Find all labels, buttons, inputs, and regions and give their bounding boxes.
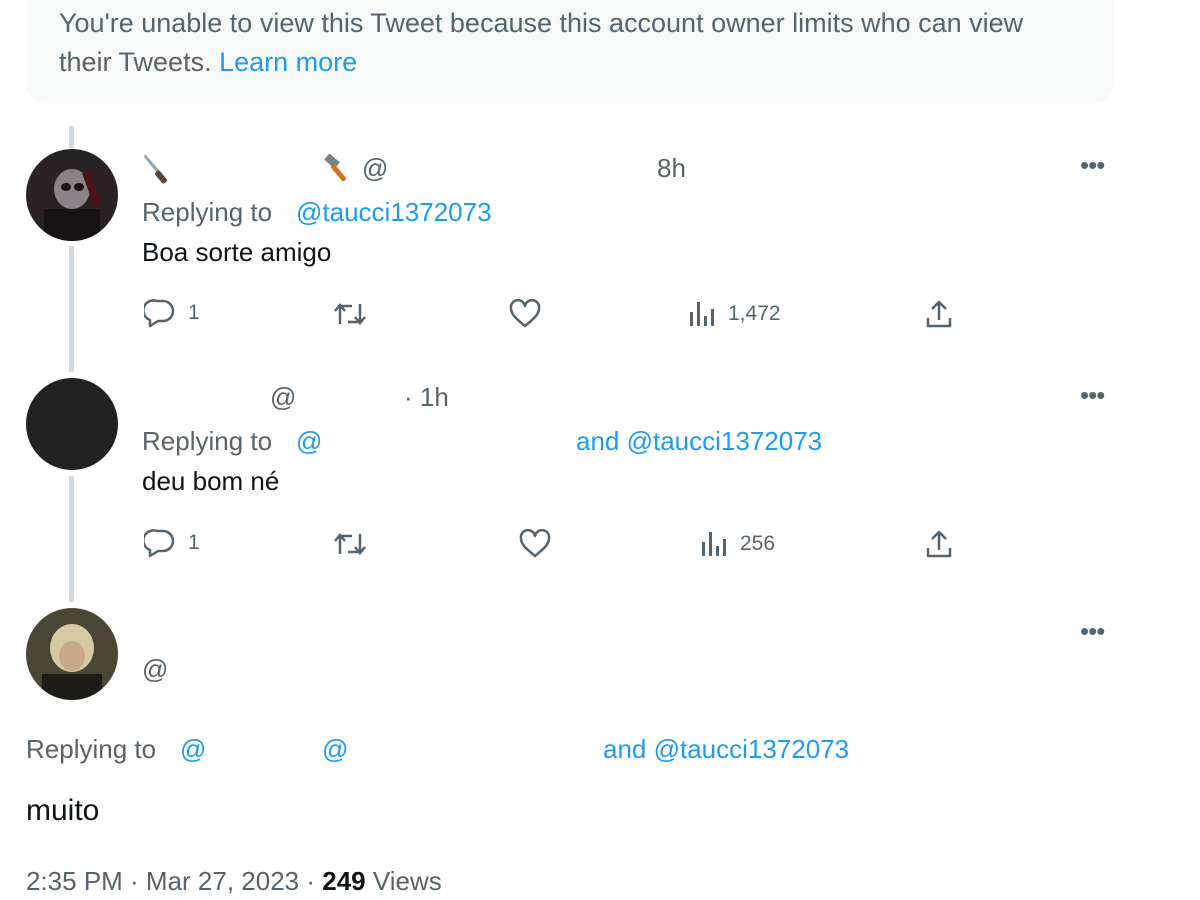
hammer-emoji-icon [324,154,346,182]
timestamp[interactable]: 8h [657,152,686,184]
thread-line [69,126,74,148]
like-icon [519,529,551,558]
handle-prefix[interactable]: @ [270,381,296,413]
replying-to-handle[interactable]: @ [180,733,206,765]
timestamp[interactable]: · 1h [404,381,449,413]
like-button[interactable] [508,299,542,329]
share-icon [926,300,952,328]
tweet-text: Boa sorte amigo [142,237,332,267]
retweet-icon [334,303,366,325]
views-count: 249 [322,866,366,896]
more-icon[interactable]: ••• [1080,150,1105,181]
tweet-meta: 2:35 PM · Mar 27, 2023 · 249 Views [26,865,442,897]
reply-count: 1 [188,301,200,324]
retweet-icon [334,533,366,555]
reply-icon [144,299,175,328]
retweet-button[interactable] [332,530,368,558]
handle-prefix[interactable]: @ [362,152,388,184]
reply-icon [144,529,175,558]
reply-button[interactable]: 1 [144,298,200,328]
replying-to-handle[interactable]: and @taucci1372073 [576,425,822,457]
tweet-text: deu bom né [142,466,280,496]
replying-to-label: Replying to [142,426,273,456]
thread-line [69,476,74,602]
learn-more-link[interactable]: Learn more [219,47,357,77]
like-button[interactable] [518,529,552,559]
replying-to-handle[interactable]: @ [296,425,322,457]
views-count: 256 [740,532,776,555]
views-icon [690,302,714,326]
share-button[interactable] [924,298,954,330]
replying-to-handle[interactable]: and @taucci1372073 [603,733,849,765]
reply-button[interactable]: 1 [144,528,200,558]
views-label: Views [372,866,442,896]
knife-emoji-icon [144,154,167,184]
views-button[interactable]: 1,472 [688,300,781,328]
views-icon [702,532,726,556]
replying-to-label: Replying to [142,197,273,227]
restricted-tweet-notice: You're unable to view this Tweet because… [26,0,1113,104]
avatar[interactable] [26,378,118,470]
handle-prefix[interactable]: @ [142,653,168,685]
more-icon[interactable]: ••• [1080,380,1105,411]
avatar[interactable] [26,608,118,700]
replying-to-handle[interactable]: @taucci1372073 [296,196,492,228]
views-button[interactable]: 256 [700,530,775,558]
share-button[interactable] [924,528,954,560]
notice-text: You're unable to view this Tweet because… [59,8,1024,77]
like-icon [509,299,541,328]
retweet-button[interactable] [332,300,368,328]
replying-to-handle[interactable]: @ [322,733,348,765]
views-count: 1,472 [728,302,781,325]
more-icon[interactable]: ••• [1080,616,1105,647]
timestamp[interactable]: 2:35 PM · Mar 27, 2023 · [26,866,315,896]
thread-line [69,246,74,372]
replying-to-label: Replying to [26,734,157,764]
tweet-text: muito [26,794,100,827]
reply-count: 1 [188,531,200,554]
share-icon [926,530,952,558]
avatar[interactable] [26,149,118,241]
